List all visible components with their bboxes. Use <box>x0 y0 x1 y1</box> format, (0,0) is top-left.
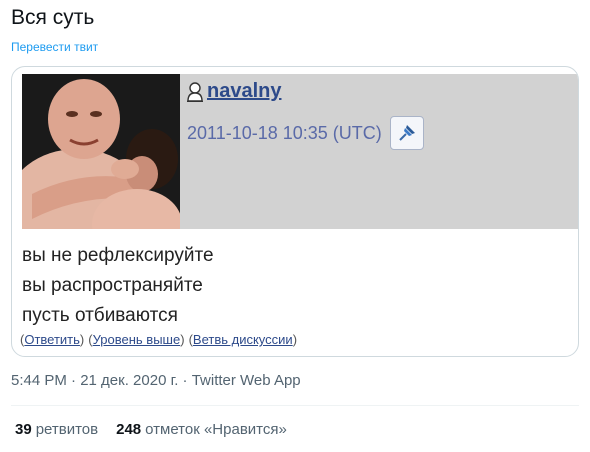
comment-header: navalny 2011-10-18 10:35 (UTC) <box>22 74 578 229</box>
thread-link[interactable]: Ветвь дискуссии <box>193 332 293 347</box>
likes-stat[interactable]: 248 отметок «Нравится» <box>116 421 287 438</box>
comment-datetime: 2011-10-18 10:35 (UTC) <box>187 122 382 143</box>
retweets-label: ретвитов <box>35 421 99 438</box>
tweet-timestamp[interactable]: 5:44 PM · 21 дек. 2020 г. · Twitter Web … <box>11 372 301 389</box>
likes-count: 248 <box>116 421 142 438</box>
username-link[interactable]: navalny <box>207 80 281 103</box>
likes-label: отметок «Нравится» <box>145 421 287 438</box>
comment-line: вы распространяйте <box>22 275 203 296</box>
tweet-stats: 39 ретвитов 248 отметок «Нравится» <box>15 421 287 438</box>
retweets-count: 39 <box>15 421 32 438</box>
user-head-icon <box>187 81 203 102</box>
comment-body: вы не рефлексируйте вы распространяйте п… <box>22 241 214 331</box>
retweets-stat[interactable]: 39 ретвитов <box>15 421 98 438</box>
pushpin-icon[interactable] <box>389 116 424 150</box>
parent-link[interactable]: Уровень выше <box>93 332 181 347</box>
wrestling-photo <box>22 74 180 229</box>
tweet-media-card[interactable]: navalny 2011-10-18 10:35 (UTC) вы не реф… <box>11 66 579 357</box>
comment-line: пусть отбиваются <box>22 305 178 326</box>
tweet-text: Вся суть <box>11 6 95 29</box>
comment-line: вы не рефлексируйте <box>22 245 214 266</box>
divider <box>11 405 579 406</box>
comment-links: (Ответить) (Уровень выше) (Ветвь дискусс… <box>20 332 298 347</box>
translate-tweet-link[interactable]: Перевести твит <box>11 40 98 54</box>
reply-link[interactable]: Ответить <box>24 332 80 347</box>
